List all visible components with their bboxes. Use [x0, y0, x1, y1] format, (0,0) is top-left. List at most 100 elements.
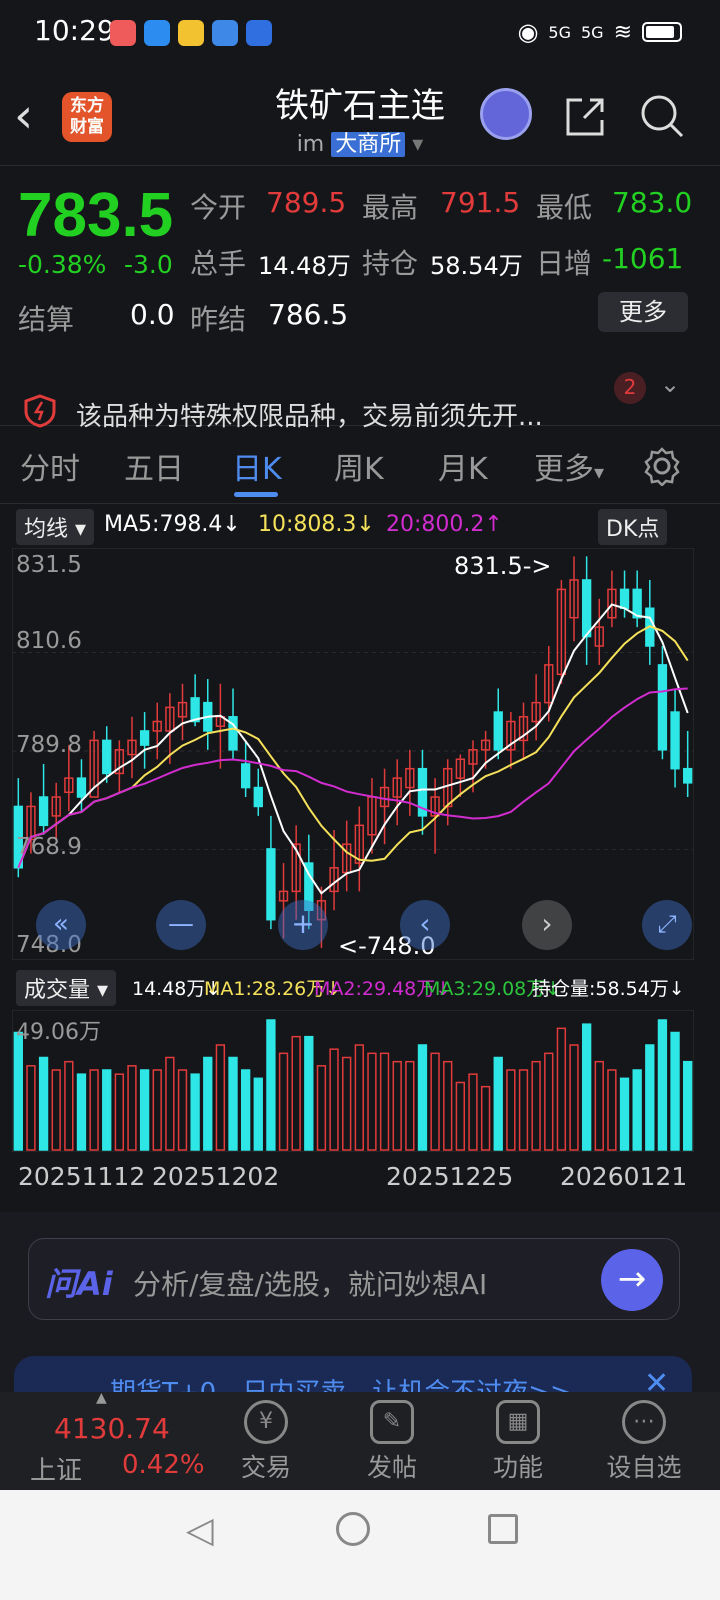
volume-bar: [493, 1056, 503, 1151]
battery-icon: [642, 22, 682, 42]
tab-more[interactable]: 更多▾: [534, 444, 604, 488]
index-pct: 0.42%: [122, 1450, 205, 1480]
fullscreen-icon[interactable]: ⤢: [642, 900, 692, 950]
indicator-selector[interactable]: 均线 ▾: [16, 509, 95, 545]
recents-square-icon[interactable]: [488, 1514, 518, 1544]
candle-body: [253, 786, 263, 808]
indicator-selector-label: 均线: [24, 517, 69, 542]
volume-bar: [544, 1052, 554, 1151]
volume-bar: [379, 1052, 390, 1151]
volume-bar: [139, 1069, 150, 1151]
volume-bar: [569, 1044, 579, 1151]
volume-bar: [215, 1044, 226, 1151]
volume-bar: [506, 1069, 516, 1151]
daily-inc-label: 日增: [536, 247, 593, 280]
volume-bar: [443, 1060, 453, 1151]
volume-bar: [354, 1044, 364, 1151]
promo-banner[interactable]: 期货T+0，日内买卖，让机会不过夜>> ✕: [14, 1356, 692, 1396]
nav-post[interactable]: ✎ 发帖: [342, 1400, 442, 1484]
nav-add-watchlist-label: 设自选: [606, 1453, 682, 1482]
date-label-1: 20251112: [18, 1162, 146, 1191]
volume-bar: [455, 1081, 466, 1151]
volume-bar: [670, 1031, 680, 1151]
prev-settle-label: 昨结: [190, 303, 247, 336]
volume-chart[interactable]: [12, 1010, 694, 1152]
nav-post-label: 发帖: [366, 1453, 417, 1482]
volume-bar: [607, 1069, 617, 1151]
candle-body: [493, 711, 503, 751]
volume-bar: [190, 1073, 200, 1151]
volume-value: 14.48万: [258, 252, 351, 280]
tab-five-day[interactable]: 五日: [124, 444, 184, 488]
change-percent: -0.38%: [18, 250, 107, 279]
ma20-value: 20:800.2↑: [386, 512, 503, 537]
share-icon[interactable]: [562, 94, 608, 140]
nav-functions[interactable]: ▦ 功能: [468, 1400, 568, 1484]
low-label: 最低: [536, 191, 593, 224]
chevron-down-icon[interactable]: ⌄: [660, 370, 680, 398]
robot-avatar-icon[interactable]: [480, 88, 532, 140]
system-nav-bar: ◁: [0, 1490, 720, 1600]
tab-daily-k[interactable]: 日K: [232, 444, 282, 488]
kline-chart[interactable]: [12, 548, 694, 960]
open-value: 789.5: [266, 186, 347, 219]
tab-more-label: 更多: [534, 452, 594, 487]
zoom-in-icon[interactable]: +: [278, 900, 328, 950]
volume-bar: [152, 1069, 162, 1151]
arrow-right-icon[interactable]: →: [601, 1249, 663, 1311]
low-value: 783.0: [612, 186, 693, 219]
nav-trade[interactable]: ¥ 交易: [216, 1400, 316, 1484]
index-value[interactable]: 4130.74: [54, 1412, 170, 1445]
eye-icon: ◉: [517, 18, 539, 46]
volume-bar: [417, 1044, 428, 1151]
prev-icon[interactable]: ‹: [400, 900, 450, 950]
volume-bar: [291, 1035, 301, 1151]
back-triangle-icon[interactable]: ◁: [186, 1510, 214, 1551]
home-circle-icon[interactable]: [336, 1512, 370, 1546]
volume-bar: [531, 1060, 541, 1151]
more-button[interactable]: 更多: [598, 292, 688, 332]
quote-panel: 783.5 -0.38% -3.0 今开 789.5 最高 791.5 最低 7…: [0, 166, 720, 346]
notice-bar[interactable]: 该品种为特殊权限品种，交易前须先开... 2 ⌄: [0, 360, 720, 432]
candle-body: [683, 767, 693, 784]
axis-label-3: 789.8: [16, 732, 82, 758]
change-value: -3.0: [124, 250, 173, 279]
date-label-3: 20251225: [386, 1162, 514, 1191]
ai-input[interactable]: 问Ai 分析/复盘/选股，就问妙想AI →: [28, 1238, 680, 1320]
next-icon[interactable]: ›: [522, 900, 572, 950]
grid-icon: ▦: [496, 1400, 540, 1444]
volume-bar: [266, 1019, 276, 1151]
volume-bar: [645, 1044, 655, 1151]
tab-weekly-k[interactable]: 周K: [334, 444, 384, 488]
volume-bar: [38, 1056, 49, 1151]
volume-selector-label: 成交量: [24, 978, 91, 1003]
search-icon[interactable]: [638, 92, 686, 140]
volume-selector[interactable]: 成交量 ▾: [16, 970, 117, 1006]
volume-bar: [114, 1073, 125, 1151]
fast-back-icon[interactable]: «: [36, 900, 86, 950]
settle-value: 0.0: [130, 298, 175, 331]
volume-bar: [683, 1060, 693, 1151]
candle-body: [240, 763, 251, 789]
dk-button[interactable]: DK点: [598, 509, 668, 545]
volume-bar: [632, 1069, 642, 1151]
status-bar: 10:29 ◉ 5G 5G ≋: [0, 0, 720, 68]
signal-2-icon: 5G: [580, 22, 604, 42]
gear-icon[interactable]: [642, 446, 682, 486]
ma10-value: 10:808.3↓: [258, 512, 375, 537]
zoom-out-icon[interactable]: —: [156, 900, 206, 950]
ma-legend: 均线 ▾ MA5:798.4↓ 10:808.3↓ 20:800.2↑ DK点: [0, 506, 720, 546]
tab-intraday[interactable]: 分时: [20, 444, 80, 488]
exchange-selector[interactable]: im 大商所 ▾: [0, 126, 720, 158]
tab-monthly-k[interactable]: 月K: [438, 444, 488, 488]
nav-add-watchlist[interactable]: ⋯ 设自选: [594, 1400, 694, 1484]
notification-weibo-icon: [178, 20, 204, 46]
high-marker: 831.5->: [454, 552, 552, 580]
nav-trade-label: 交易: [240, 1453, 291, 1482]
volume-bar: [165, 1056, 175, 1151]
volume-bar: [518, 1069, 529, 1151]
volume-bar: [253, 1077, 263, 1151]
open-interest: 持仓量:58.54万↓: [532, 978, 685, 1000]
candle-body: [670, 711, 680, 770]
status-time: 10:29: [34, 14, 115, 47]
